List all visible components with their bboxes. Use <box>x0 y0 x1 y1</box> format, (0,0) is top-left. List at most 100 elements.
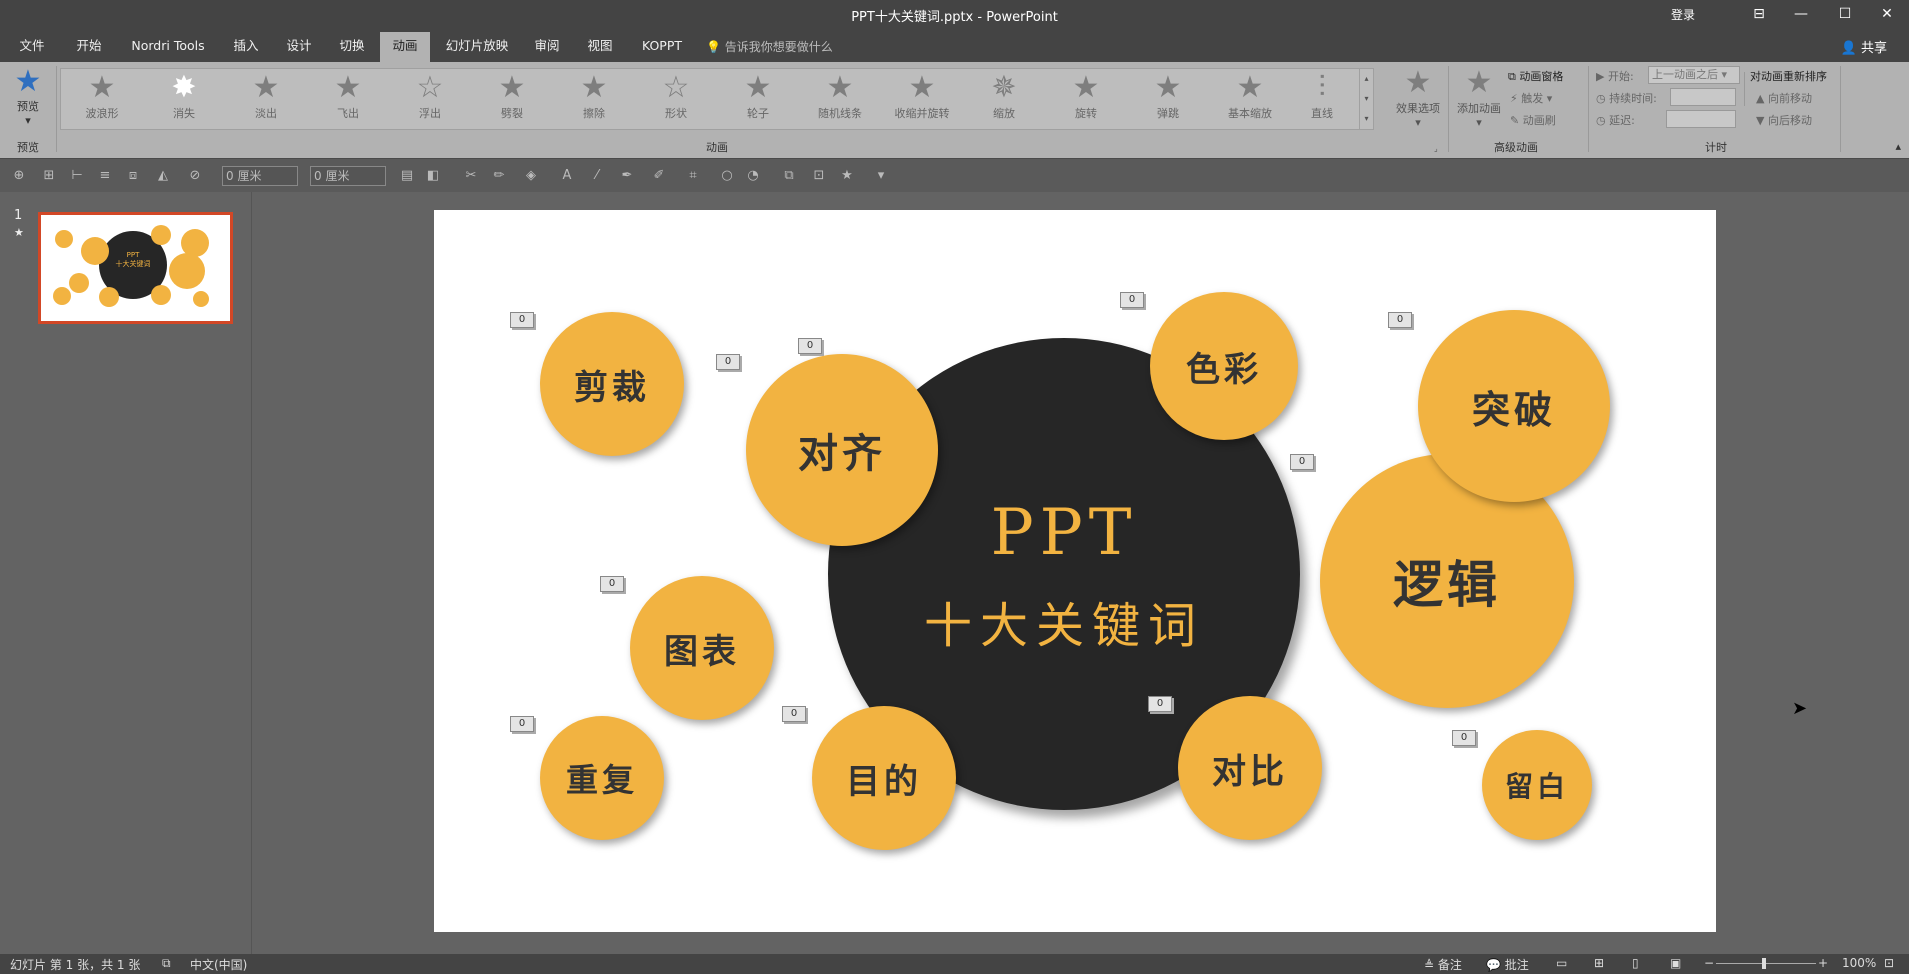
spellcheck-icon[interactable]: ⧉ <box>162 956 171 971</box>
rotate-icon[interactable]: ◭ <box>154 168 172 183</box>
anim-zoom[interactable]: ✵ 缩放 <box>965 71 1043 129</box>
add-animation-button[interactable]: ★ 添加动画 ▾ <box>1452 66 1506 130</box>
anim-lines[interactable]: ⫶ 直线 <box>1283 71 1361 129</box>
animation-tag[interactable]: 0 <box>716 354 740 370</box>
width-field[interactable]: 0 厘米 <box>310 166 386 186</box>
animation-tag[interactable]: 0 <box>782 706 806 722</box>
dialog-launcher-icon[interactable]: ⌟ <box>1434 144 1438 153</box>
star-icon[interactable]: ★ <box>838 168 856 183</box>
anim-bounce[interactable]: ★ 弹跳 <box>1129 71 1207 129</box>
zoom-in-button[interactable]: + <box>1818 956 1828 970</box>
fit-to-window-icon[interactable]: ⊡ <box>1884 956 1894 970</box>
bubble-mudi[interactable]: 目的 <box>812 706 956 850</box>
anim-split[interactable]: ★ 劈裂 <box>473 71 551 129</box>
animation-tag[interactable]: 0 <box>1452 730 1476 746</box>
minimize-icon[interactable]: — <box>1781 2 1821 26</box>
share-button[interactable]: 👤 共享 <box>1841 37 1887 56</box>
slide-sorter-icon[interactable]: ⊞ <box>1594 956 1604 970</box>
animation-tag[interactable]: 0 <box>510 716 534 732</box>
color-swatch-icon[interactable]: ◧ <box>424 168 442 183</box>
lock-icon[interactable]: ⊕ <box>10 168 28 183</box>
anim-fade[interactable]: ★ 淡出 <box>227 71 305 129</box>
anim-wipe[interactable]: ★ 擦除 <box>555 71 633 129</box>
bubble-duibi[interactable]: 对比 <box>1178 696 1322 840</box>
animation-tag[interactable]: 0 <box>600 576 624 592</box>
notes-button[interactable]: ≜ 备注 <box>1424 956 1462 973</box>
move-later-button[interactable]: ▼ 向后移动 <box>1756 112 1812 128</box>
eyedropper-icon[interactable]: ⁄ <box>588 168 606 183</box>
slide-canvas[interactable]: PPT 十大关键词 剪裁 对齐 色彩 逻辑 突破 图表 重复 目的 对比 留白 … <box>434 210 1716 932</box>
edit-shape-icon[interactable]: ✐ <box>650 168 668 183</box>
send-backward-icon[interactable]: ⊡ <box>810 168 828 183</box>
tab-view[interactable]: 视图 <box>581 34 619 62</box>
tab-file[interactable]: 文件 <box>14 34 50 62</box>
animation-tag[interactable]: 0 <box>510 312 534 328</box>
zoom-out-button[interactable]: − <box>1704 956 1714 970</box>
bubble-tubiao[interactable]: 图表 <box>630 576 774 720</box>
anim-basic-zoom[interactable]: ★ 基本缩放 <box>1211 71 1289 129</box>
anim-fly-out[interactable]: ★ 飞出 <box>309 71 387 129</box>
close-icon[interactable]: ✕ <box>1867 2 1907 26</box>
zoom-slider-handle[interactable] <box>1762 958 1766 969</box>
brush-icon[interactable]: ✏ <box>490 168 508 183</box>
animation-tag[interactable]: 0 <box>1388 312 1412 328</box>
tab-insert[interactable]: 插入 <box>228 34 264 62</box>
maximize-icon[interactable]: ☐ <box>1825 2 1865 26</box>
delay-spinner[interactable] <box>1666 110 1736 128</box>
anim-disappear[interactable]: ✸ 消失 <box>145 71 223 129</box>
zoom-level[interactable]: 100% <box>1842 956 1876 970</box>
bubble-chongfu[interactable]: 重复 <box>540 716 664 840</box>
move-earlier-button[interactable]: ▲ 向前移动 <box>1756 90 1812 106</box>
customize-toolbar-icon[interactable]: ▾ <box>872 168 890 183</box>
align-icon[interactable]: ⊞ <box>40 168 58 183</box>
start-select[interactable]: 上一动画之后 ▾ <box>1648 66 1740 84</box>
zoom-slider[interactable] <box>1716 958 1816 969</box>
tab-animations[interactable]: 动画 <box>380 32 430 62</box>
fill-color-icon[interactable]: ◈ <box>522 168 540 183</box>
bubble-secai[interactable]: 色彩 <box>1150 292 1298 440</box>
text-box-icon[interactable]: ▤ <box>398 168 416 183</box>
animation-tag[interactable]: 0 <box>1148 696 1172 712</box>
comments-button[interactable]: 💬 批注 <box>1486 956 1529 973</box>
pen-icon[interactable]: ✒ <box>618 168 636 183</box>
slideshow-icon[interactable]: ▣ <box>1670 956 1681 970</box>
anim-spin[interactable]: ★ 旋转 <box>1047 71 1125 129</box>
animation-tag[interactable]: 0 <box>1290 454 1314 470</box>
language[interactable]: 中文(中国) <box>190 956 247 973</box>
crop-icon[interactable]: ⌗ <box>684 168 702 183</box>
slide-thumbnail[interactable]: PPT 十大关键词 <box>38 212 233 324</box>
height-field[interactable]: 0 厘米 <box>222 166 298 186</box>
animation-painter-button[interactable]: ✎ 动画刷 <box>1510 112 1556 128</box>
animation-tag[interactable]: 0 <box>1120 292 1144 308</box>
bubble-jiancai[interactable]: 剪裁 <box>540 312 684 456</box>
bubble-duiqi[interactable]: 对齐 <box>746 354 938 546</box>
anim-shape[interactable]: ☆ 形状 <box>637 71 715 129</box>
shapes-icon[interactable]: ◔ <box>744 168 762 183</box>
font-color-icon[interactable]: A <box>558 168 576 183</box>
tab-nordri-tools[interactable]: Nordri Tools <box>124 34 212 62</box>
tab-slideshow[interactable]: 幻灯片放映 <box>440 34 514 62</box>
anim-random-bars[interactable]: ★ 随机线条 <box>801 71 879 129</box>
duration-spinner[interactable] <box>1670 88 1736 106</box>
login-link[interactable]: 登录 <box>1671 6 1695 23</box>
bubble-liubai[interactable]: 留白 <box>1482 730 1592 840</box>
normal-view-icon[interactable]: ▭ <box>1556 956 1567 970</box>
anim-shrink-turn[interactable]: ★ 收缩并旋转 <box>883 71 961 129</box>
group-icon[interactable]: ⧈ <box>124 168 142 183</box>
shape-fill-icon[interactable]: ⊘ <box>186 168 204 183</box>
distribute-icon[interactable]: ≡ <box>96 168 114 183</box>
bring-forward-icon[interactable]: ⧉ <box>780 168 798 183</box>
tab-home[interactable]: 开始 <box>70 34 108 62</box>
bubble-tupo[interactable]: 突破 <box>1418 310 1610 502</box>
effect-options-button[interactable]: ★ 效果选项 ▾ <box>1388 66 1448 130</box>
animation-tag[interactable]: 0 <box>798 338 822 354</box>
circle-icon[interactable]: ○ <box>718 168 736 183</box>
gallery-scroll[interactable]: ▴ ▾ ▾ <box>1359 69 1373 129</box>
collapse-ribbon-icon[interactable]: ▴ <box>1895 140 1901 153</box>
restore-ribbon-icon[interactable]: ⊟ <box>1739 2 1779 26</box>
preview-button[interactable]: ★ 预览 ▾ <box>6 66 50 136</box>
trigger-button[interactable]: ⚡ 触发 ▾ <box>1510 90 1552 106</box>
anim-wave[interactable]: ★ 波浪形 <box>63 71 141 129</box>
format-painter-icon[interactable]: ✂ <box>462 168 480 183</box>
tab-transitions[interactable]: 切换 <box>334 34 370 62</box>
